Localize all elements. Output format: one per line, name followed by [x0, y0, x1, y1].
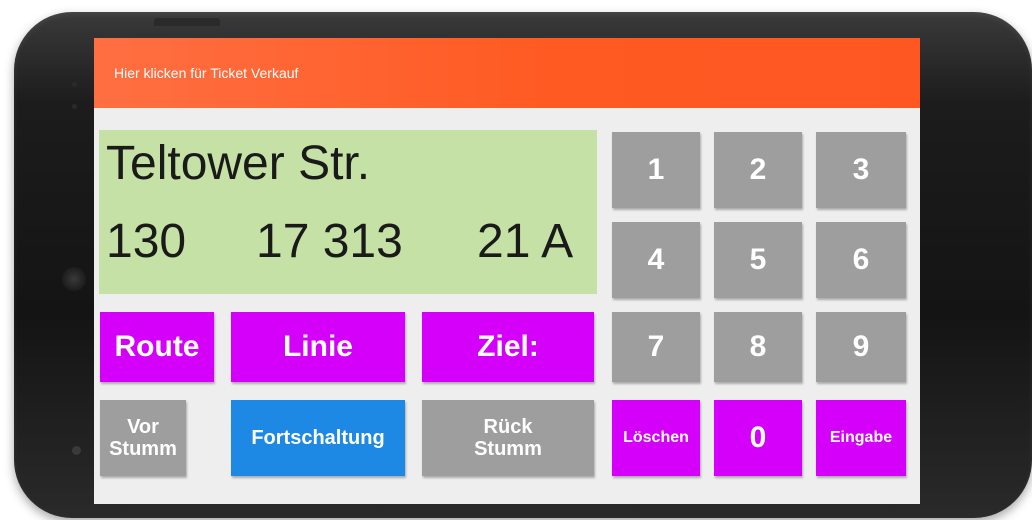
stop-name: Teltower Str.: [106, 137, 371, 190]
clear-button[interactable]: Löschen: [612, 400, 700, 476]
info-display: Teltower Str. 130 17 313 21 A: [99, 130, 597, 294]
key-2[interactable]: 2: [714, 132, 802, 208]
route-value: 130: [106, 215, 187, 268]
sensor-dot: [72, 82, 77, 87]
route-button[interactable]: Route: [100, 312, 214, 382]
advance-button[interactable]: Fortschaltung: [231, 400, 405, 476]
line-value: 17 313: [256, 215, 403, 268]
key-3[interactable]: 3: [816, 132, 906, 208]
destination-button[interactable]: Ziel:: [422, 312, 594, 382]
line-button[interactable]: Linie: [231, 312, 405, 382]
ticket-sale-bar[interactable]: Hier klicken für Ticket Verkauf: [94, 38, 920, 108]
key-6[interactable]: 6: [816, 222, 906, 298]
prev-mute-button[interactable]: Vor Stumm: [100, 400, 186, 476]
key-5[interactable]: 5: [714, 222, 802, 298]
key-1[interactable]: 1: [612, 132, 700, 208]
microphone-dot: [72, 446, 81, 455]
ticket-sale-label: Hier klicken für Ticket Verkauf: [114, 65, 299, 81]
enter-button[interactable]: Eingabe: [816, 400, 906, 476]
key-9[interactable]: 9: [816, 312, 906, 382]
key-0[interactable]: 0: [714, 400, 802, 476]
sensor-dot: [72, 104, 77, 109]
back-mute-button[interactable]: Rück Stumm: [422, 400, 594, 476]
speaker-grille: [62, 267, 86, 291]
key-7[interactable]: 7: [612, 312, 700, 382]
destination-value: 21 A: [477, 215, 574, 268]
key-4[interactable]: 4: [612, 222, 700, 298]
app-screen: Hier klicken für Ticket Verkauf Teltower…: [94, 38, 920, 504]
key-8[interactable]: 8: [714, 312, 802, 382]
power-button: [154, 18, 220, 26]
